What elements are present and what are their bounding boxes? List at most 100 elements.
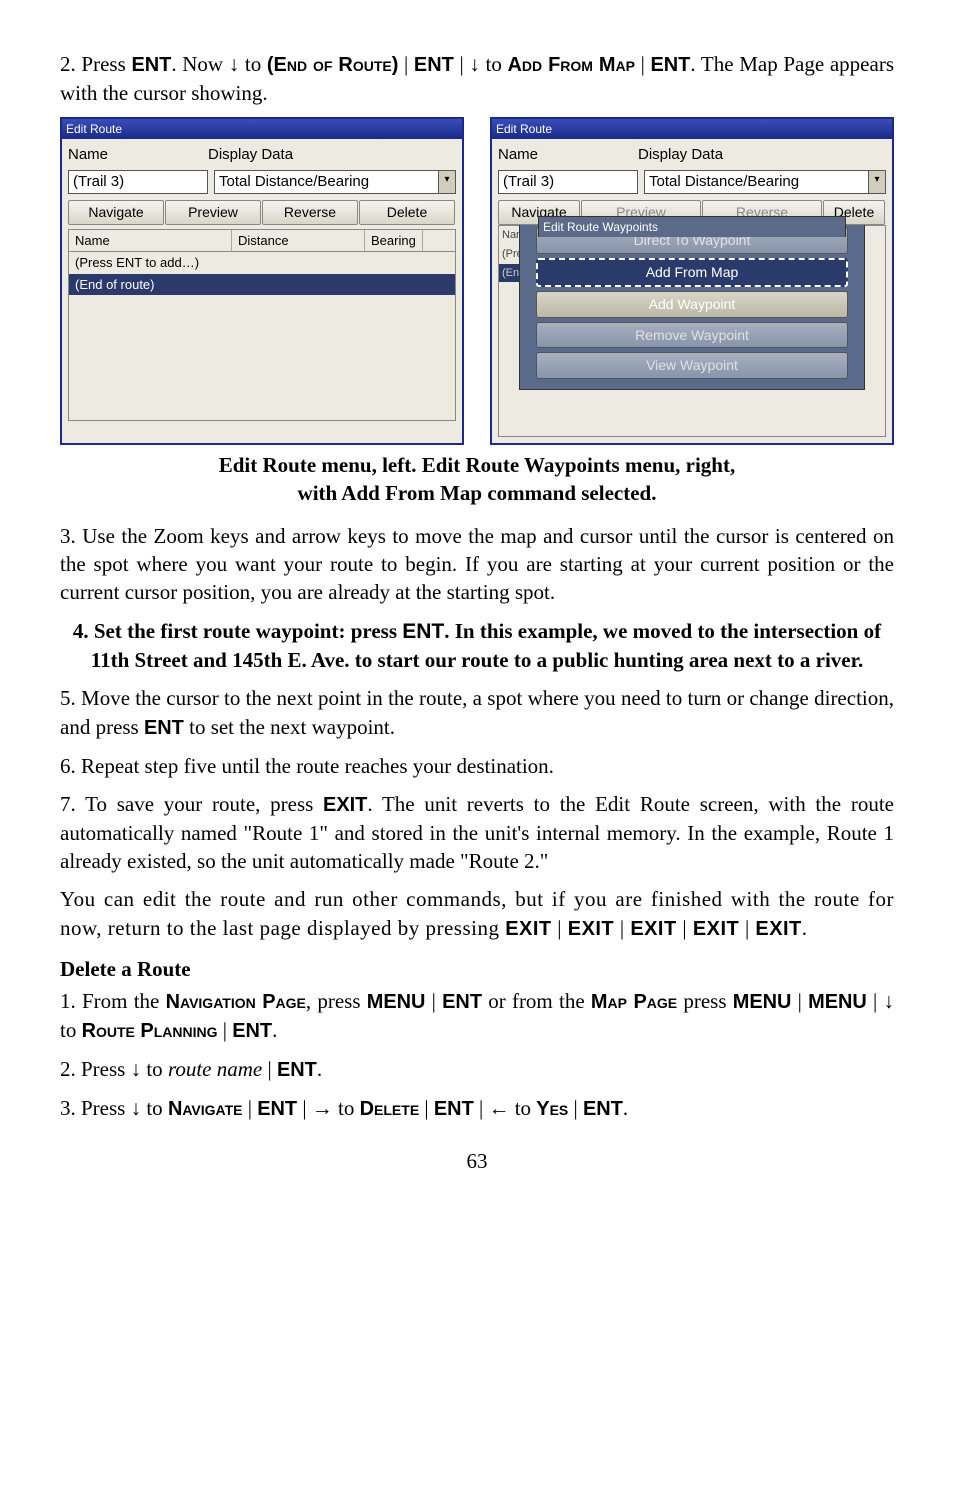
delete-button[interactable]: Delete (359, 200, 455, 225)
key-ent: ENT (402, 620, 444, 643)
name-label: Name (498, 145, 632, 165)
navigate-button[interactable]: Navigate (68, 200, 164, 225)
edit-route-dialog-right: Edit Route Name Display Data (Trail 3) T… (490, 117, 894, 445)
text: 2. Press (60, 52, 131, 76)
preview-button[interactable]: Preview (165, 200, 261, 225)
text: press (677, 989, 733, 1013)
text: . Now ↓ to (171, 52, 267, 76)
text: 1. From the (60, 989, 166, 1013)
key-menu: MENU (808, 991, 867, 1013)
text: | ↓ to (454, 52, 508, 76)
sep: | (568, 1096, 583, 1120)
route-name-input[interactable]: (Trail 3) (498, 170, 638, 194)
text: 4. Set the first route waypoint: press (73, 619, 402, 643)
col-name: Name (69, 230, 232, 252)
text: . (317, 1057, 322, 1081)
waypoint-list: Name (Press (End Direct To Waypoint Add … (498, 225, 886, 437)
waypoint-list[interactable]: Name Distance Bearing (Press ENT to add…… (68, 229, 456, 421)
name-label: Name (68, 145, 202, 165)
sep: | (552, 916, 568, 940)
route-planning: Route Planning (82, 1020, 218, 1042)
text: . (272, 1018, 277, 1042)
key-exit: EXIT (505, 918, 551, 940)
key-ent: ENT (434, 1098, 474, 1120)
button-row: Navigate Preview Reverse Delete Edit Rou… (498, 200, 886, 225)
text: , press (306, 989, 367, 1013)
key-exit: EXIT (693, 918, 739, 940)
display-data-value: Total Distance/Bearing (214, 170, 439, 194)
key-ent: ENT (144, 717, 184, 739)
sep: | (677, 916, 693, 940)
key-ent: ENT (583, 1098, 623, 1120)
para-8: You can edit the route and run other com… (60, 885, 894, 942)
key-ent: ENT (257, 1098, 297, 1120)
para-3: 3. Use the Zoom keys and arrow keys to m… (60, 522, 894, 607)
yes-label: Yes (536, 1098, 568, 1120)
sep: | (635, 52, 651, 76)
popup-titlebar: Edit Route Waypoints (538, 216, 846, 237)
sep: | (791, 989, 808, 1013)
key-ent: ENT (442, 991, 482, 1013)
sep: | (398, 52, 414, 76)
list-item-selected[interactable]: (End of route) (69, 274, 455, 296)
display-data-value: Total Distance/Bearing (644, 170, 869, 194)
key-ent: ENT (131, 54, 171, 76)
screenshot-pair: Edit Route Name Display Data (Trail 3) T… (60, 117, 894, 445)
text: 3. Press ↓ to (60, 1096, 168, 1120)
map-page: Map Page (591, 991, 677, 1013)
navigate-label: Navigate (168, 1098, 243, 1120)
text: to set the next waypoint. (184, 715, 395, 739)
edit-route-dialog-left: Edit Route Name Display Data (Trail 3) T… (60, 117, 464, 445)
key-ent: ENT (650, 54, 690, 76)
caption-line1: Edit Route menu, left. Edit Route Waypoi… (219, 453, 735, 477)
titlebar: Edit Route (492, 119, 892, 139)
para-7: 7. To save your route, press EXIT. The u… (60, 790, 894, 876)
display-data-label: Display Data (638, 145, 886, 165)
figure-caption: Edit Route menu, left. Edit Route Waypoi… (60, 451, 894, 508)
page-number: 63 (60, 1147, 894, 1175)
step-4-heading: 4. Set the first route waypoint: press E… (60, 617, 894, 675)
route-name-placeholder: route name (168, 1057, 262, 1081)
key-exit: EXIT (323, 794, 367, 816)
menu-remove-waypoint: Remove Waypoint (536, 322, 848, 349)
text: or from the (482, 989, 591, 1013)
sep: | (614, 916, 630, 940)
key-menu: MENU (367, 991, 426, 1013)
chevron-down-icon[interactable]: ▾ (869, 170, 886, 194)
para-2: 2. Press ENT. Now ↓ to (End of Route) | … (60, 50, 894, 107)
sep: | (218, 1018, 233, 1042)
titlebar: Edit Route (62, 119, 462, 139)
route-name-input[interactable]: (Trail 3) (68, 170, 208, 194)
text: | → to (297, 1096, 360, 1120)
sep: | (739, 916, 755, 940)
nav-page: Navigation Page (166, 991, 306, 1013)
chevron-down-icon[interactable]: ▾ (439, 170, 456, 194)
para-6: 6. Repeat step five until the route reac… (60, 752, 894, 780)
delete-route-heading: Delete a Route (60, 955, 894, 983)
menu-add-from-map[interactable]: Add From Map (536, 258, 848, 287)
sep: | (262, 1057, 277, 1081)
display-data-select[interactable]: Total Distance/Bearing ▾ (214, 170, 456, 194)
sep: | (425, 989, 442, 1013)
text: . (623, 1096, 628, 1120)
text: | ← to (474, 1096, 537, 1120)
key-exit: EXIT (630, 918, 676, 940)
delete-step-1: 1. From the Navigation Page, press MENU … (60, 987, 894, 1045)
display-data-select[interactable]: Total Distance/Bearing ▾ (644, 170, 886, 194)
key-exit: EXIT (755, 918, 801, 940)
col-bearing: Bearing (365, 230, 423, 252)
menu-view-waypoint: View Waypoint (536, 352, 848, 379)
sep: | (419, 1096, 434, 1120)
sep: | (243, 1096, 258, 1120)
label-add-from-map: Add From Map (508, 54, 635, 76)
caption-line2: with Add From Map command selected. (298, 481, 657, 505)
delete-step-3: 3. Press ↓ to Navigate | ENT | → to Dele… (60, 1094, 894, 1123)
list-item[interactable]: (Press ENT to add…) (69, 252, 455, 274)
key-ent: ENT (232, 1020, 272, 1042)
delete-label: Delete (360, 1098, 420, 1120)
key-exit: EXIT (568, 918, 614, 940)
reverse-button[interactable]: Reverse (262, 200, 358, 225)
menu-add-waypoint[interactable]: Add Waypoint (536, 291, 848, 318)
list-header: Name Distance Bearing (69, 230, 455, 253)
col-distance: Distance (232, 230, 365, 252)
